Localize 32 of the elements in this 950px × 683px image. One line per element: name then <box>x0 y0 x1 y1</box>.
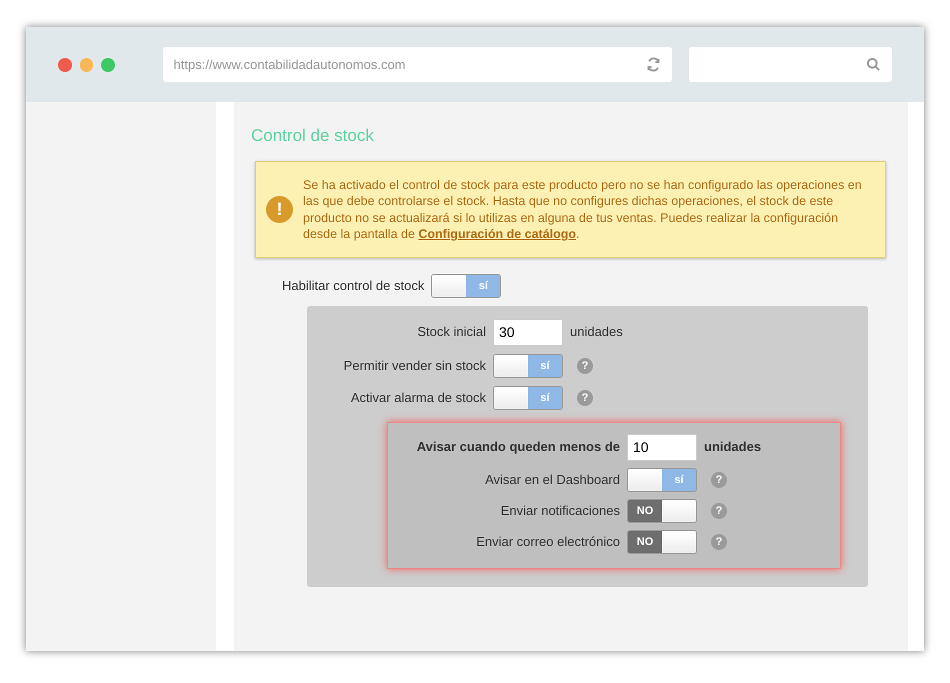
help-icon[interactable]: ? <box>577 358 593 374</box>
reload-icon[interactable] <box>646 57 662 72</box>
field-label: Activar alarma de stock <box>350 389 486 408</box>
toggle-switch[interactable]: sí <box>493 386 563 410</box>
toggle-switch[interactable]: NO <box>627 530 697 554</box>
warning-icon: ! <box>266 196 293 223</box>
search-icon <box>866 57 881 72</box>
field-label: Habilitar control de stock <box>282 277 424 296</box>
warning-message: Se ha activado el control de stock para este producto pero no se han configurado las operaciones en las que debe controlarse el stock. Hasta que no configures dichas operaciones, el stock de este producto no se actualizará si lo utilizas en alguna de tus ventas. Puedes realizar la configuración desde la pantalla de Configuración de catálogo. <box>303 176 863 242</box>
field-label: Enviar correo electrónico <box>475 533 620 552</box>
toggle-switch[interactable]: sí <box>493 354 563 378</box>
section-title: Control de stock <box>251 125 375 147</box>
catalog-config-link[interactable]: Configuración de catálogo <box>418 227 576 241</box>
field-label: Avisar en el Dashboard <box>484 471 620 490</box>
help-icon[interactable]: ? <box>711 503 727 519</box>
unit-label: unidades <box>704 438 762 456</box>
field-label: Enviar notificaciones <box>500 502 620 520</box>
field-label: Avisar cuando queden menos de <box>416 438 620 456</box>
help-icon[interactable]: ? <box>577 390 593 406</box>
toggle-switch[interactable]: sí <box>627 468 697 492</box>
input-field[interactable]: 30 <box>493 318 563 346</box>
toggle-switch[interactable]: NO <box>627 499 697 523</box>
address-bar[interactable]: https://www.contabilidadautonomos.com <box>162 47 672 82</box>
url-text: https://www.contabilidadautonomos.com <box>174 56 407 74</box>
field-label: Stock inicial <box>416 323 486 342</box>
unit-label: unidades <box>570 323 623 342</box>
field-label: Permitir vender sin stock <box>342 357 486 376</box>
help-icon[interactable]: ? <box>711 534 727 550</box>
search-field[interactable] <box>689 47 892 82</box>
input-field[interactable]: 10 <box>627 434 697 460</box>
help-icon[interactable]: ? <box>711 472 727 488</box>
toggle-switch[interactable]: sí <box>431 274 502 298</box>
